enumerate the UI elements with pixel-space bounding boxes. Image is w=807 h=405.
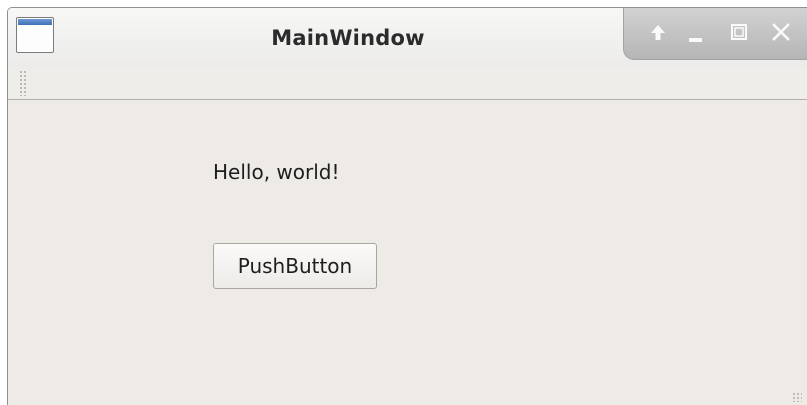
resize-grip[interactable] (792, 392, 802, 402)
central-widget: Hello, world! PushButton (8, 100, 807, 405)
shade-arrow-icon[interactable] (642, 16, 674, 48)
window-icon-bar (18, 19, 52, 25)
maximize-icon[interactable] (723, 16, 755, 48)
push-button[interactable]: PushButton (213, 243, 377, 289)
toolbar-grip-handle[interactable] (19, 70, 27, 96)
minimize-icon[interactable] (680, 16, 712, 48)
hello-label: Hello, world! (213, 160, 340, 184)
close-icon[interactable] (765, 16, 797, 48)
title-bar[interactable]: MainWindow (8, 8, 807, 68)
window-title: MainWindow (271, 26, 425, 50)
main-window: MainWindow Hello, world! PushButton (7, 7, 807, 405)
window-controls (623, 8, 807, 60)
toolbar (8, 68, 807, 100)
